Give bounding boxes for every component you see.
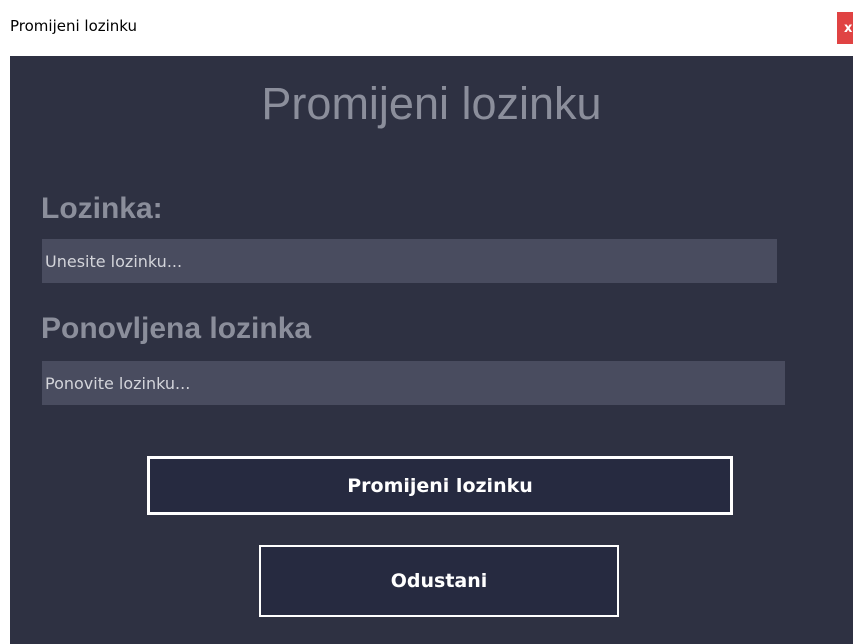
- title-bar: Promijeni lozinku x: [0, 0, 853, 56]
- change-password-window: Promijeni lozinku x Promijeni lozinku Lo…: [0, 0, 853, 644]
- window-title: Promijeni lozinku: [10, 17, 138, 35]
- repeat-password-label: Ponovljena lozinka: [41, 312, 312, 345]
- form-panel: Promijeni lozinku Lozinka: Ponovljena lo…: [10, 56, 853, 644]
- page-title: Promijeni lozinku: [261, 78, 602, 129]
- password-field[interactable]: [42, 239, 777, 283]
- cancel-button[interactable]: Odustani: [259, 545, 619, 617]
- cancel-button-label: Odustani: [390, 570, 488, 592]
- close-button[interactable]: x: [837, 12, 853, 44]
- password-label: Lozinka:: [41, 192, 163, 225]
- change-password-button-label: Promijeni lozinku: [347, 474, 533, 497]
- close-icon: x: [844, 20, 853, 36]
- change-password-button[interactable]: Promijeni lozinku: [147, 456, 733, 515]
- repeat-password-field[interactable]: [42, 361, 785, 405]
